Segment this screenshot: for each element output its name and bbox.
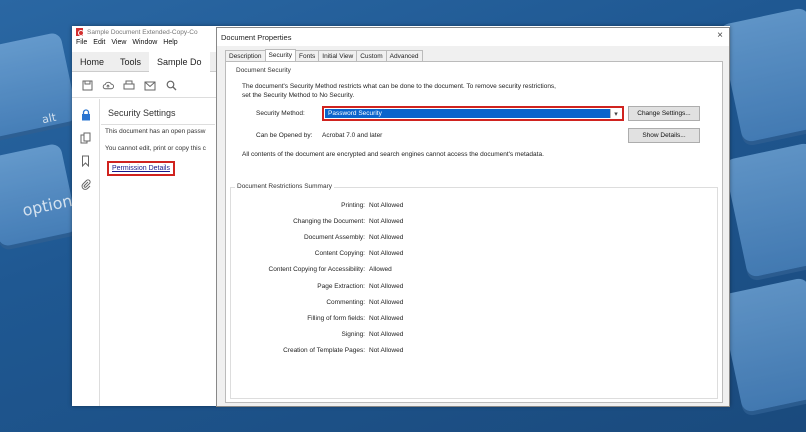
restriction-row: Content Copying for Accessibility: Allowe…: [231, 266, 719, 276]
restrictions-heading: Document Restrictions Summary: [235, 183, 334, 190]
restriction-row: Content Copying: Not Allowed: [231, 250, 719, 260]
change-settings-button[interactable]: Change Settings...: [628, 106, 700, 121]
restriction-row: Filling of form fields: Not Allowed: [231, 315, 719, 325]
toolbar: [72, 74, 216, 98]
menu-view[interactable]: View: [111, 39, 126, 46]
panel-info-text: This document has an open passw: [105, 128, 206, 135]
restriction-value: Not Allowed: [369, 347, 404, 354]
restriction-label: Creation of Template Pages:: [283, 347, 365, 354]
security-method-select[interactable]: Password Security ▾: [322, 106, 624, 121]
restriction-label: Document Assembly:: [303, 234, 365, 241]
restriction-value: Not Allowed: [369, 283, 404, 290]
save-icon[interactable]: [81, 80, 93, 92]
pages-icon[interactable]: [80, 132, 91, 146]
tab-fonts[interactable]: Fonts: [295, 50, 320, 61]
tab-document[interactable]: Sample Do: [149, 51, 210, 72]
opened-by-label: Can be Opened by:: [256, 132, 313, 139]
restriction-label: Commenting:: [326, 299, 365, 306]
security-tab-panel: Document Security The document's Securit…: [225, 61, 723, 403]
menu-help[interactable]: Help: [163, 39, 177, 46]
left-nav-rail: [72, 99, 100, 406]
dialog-title-bar: Document Properties ×: [217, 28, 729, 46]
security-method-value: Password Security: [328, 110, 382, 117]
dialog-tabs: Description Security Fonts Initial View …: [225, 49, 423, 61]
tab-initial-view[interactable]: Initial View: [318, 50, 358, 61]
search-icon[interactable]: [165, 80, 177, 92]
restriction-row: Page Extraction: Not Allowed: [231, 283, 719, 293]
keyboard-key: [718, 6, 806, 144]
tab-advanced[interactable]: Advanced: [385, 50, 423, 61]
security-panel: Security Settings This document has an o…: [101, 99, 215, 406]
app-tabs: Home Tools Sample Do: [72, 51, 216, 72]
restriction-label: Filling of form fields:: [307, 315, 365, 322]
attachment-icon[interactable]: [81, 178, 91, 192]
restriction-value: Not Allowed: [369, 331, 404, 338]
restriction-label: Printing:: [341, 202, 365, 209]
print-icon[interactable]: [123, 80, 135, 92]
bookmark-icon[interactable]: [81, 155, 90, 169]
restriction-value: Not Allowed: [369, 234, 404, 241]
chevron-down-icon[interactable]: ▾: [610, 109, 621, 118]
tab-tools[interactable]: Tools: [112, 52, 149, 72]
restriction-row: Creation of Template Pages: Not Allowed: [231, 347, 719, 357]
panel-info-text: You cannot edit, print or copy this c: [105, 145, 206, 152]
restriction-row: Changing the Document: Not Allowed: [231, 218, 719, 228]
tab-custom[interactable]: Custom: [356, 50, 387, 61]
restriction-value: Not Allowed: [369, 250, 404, 257]
close-icon[interactable]: ×: [717, 30, 723, 41]
dialog-title: Document Properties: [221, 32, 292, 42]
restriction-value: Not Allowed: [369, 202, 404, 209]
restriction-row: Document Assembly: Not Allowed: [231, 234, 719, 244]
restriction-row: Signing: Not Allowed: [231, 331, 719, 341]
restriction-label: Signing:: [341, 331, 366, 338]
tab-home[interactable]: Home: [72, 52, 112, 72]
menu-edit[interactable]: Edit: [93, 39, 105, 46]
window-title: Sample Document Extended-Copy-Co: [87, 28, 198, 36]
opened-by-value: Acrobat 7.0 and later: [322, 132, 383, 139]
security-description: The document's Security Method restricts…: [242, 83, 556, 99]
document-security-heading: Document Security: [234, 67, 293, 74]
pdf-icon: [76, 28, 84, 36]
security-method-value-box: Password Security ▾: [325, 109, 621, 118]
keyboard-key: [723, 141, 806, 279]
restriction-label: Changing the Document:: [293, 218, 365, 225]
security-method-label: Security Method:: [256, 110, 305, 117]
keyboard-key: [718, 276, 806, 414]
email-icon[interactable]: [144, 80, 156, 92]
lock-icon[interactable]: [81, 109, 91, 123]
document-properties-dialog: Document Properties × Description Securi…: [216, 27, 730, 407]
permission-details-link[interactable]: Permission Details: [107, 161, 175, 176]
menu-window[interactable]: Window: [132, 39, 157, 46]
restrictions-summary: Document Restrictions Summary Printing: N…: [230, 183, 719, 399]
restriction-value: Not Allowed: [369, 315, 404, 322]
restriction-row: Printing: Not Allowed: [231, 202, 719, 212]
restriction-label: Content Copying for Accessibility:: [268, 266, 365, 273]
tab-security[interactable]: Security: [264, 49, 296, 61]
menu-file[interactable]: File: [76, 39, 87, 46]
restriction-value: Allowed: [369, 266, 392, 273]
tab-description[interactable]: Description: [225, 50, 266, 61]
divider: [101, 124, 215, 125]
restriction-label: Content Copying:: [314, 250, 365, 257]
restriction-label: Page Extraction:: [317, 283, 365, 290]
panel-title: Security Settings: [108, 108, 176, 118]
encryption-note: All contents of the document are encrypt…: [242, 151, 544, 158]
upload-cloud-icon[interactable]: [102, 80, 114, 92]
restriction-value: Not Allowed: [369, 299, 404, 306]
restriction-value: Not Allowed: [369, 218, 404, 225]
keyboard-key: [0, 31, 79, 139]
restriction-row: Commenting: Not Allowed: [231, 299, 719, 309]
show-details-button[interactable]: Show Details...: [628, 128, 700, 143]
menu-bar: File Edit View Window Help: [76, 39, 178, 46]
